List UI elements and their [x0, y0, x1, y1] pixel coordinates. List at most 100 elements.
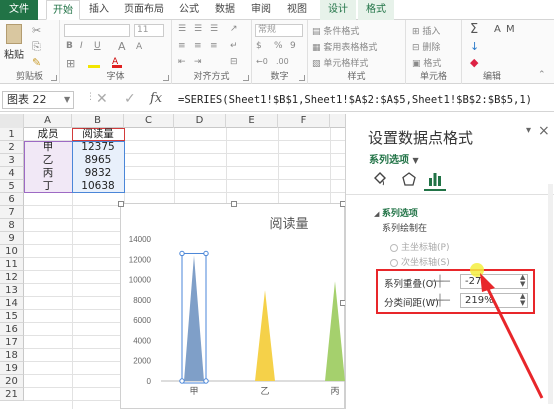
tab-view[interactable]: 视图 [282, 0, 312, 20]
resize-handle[interactable] [118, 201, 124, 207]
row-header[interactable]: 20 [0, 375, 24, 388]
cell-styles-button[interactable]: ▧ 单元格样式 [312, 56, 368, 69]
column-header-a[interactable]: A [24, 114, 72, 128]
sort-filter-button[interactable]: A [494, 24, 501, 35]
find-select-button[interactable]: M [506, 24, 515, 35]
font-size-dropdown[interactable]: 11 [134, 24, 164, 37]
cell-a2[interactable]: 甲 [24, 141, 72, 154]
resize-handle[interactable] [231, 201, 237, 207]
pane-scrollbar[interactable] [548, 184, 553, 404]
selection-handle[interactable] [179, 250, 185, 257]
row-header[interactable]: 9 [0, 232, 24, 245]
chart-bar[interactable] [184, 255, 204, 381]
cell-b5[interactable]: 10638 [72, 180, 124, 193]
alignment-launcher-icon[interactable] [243, 75, 249, 81]
chart-title[interactable]: 阅读量 [269, 216, 308, 231]
gap-width-slider[interactable]: ─┼─ [430, 294, 450, 307]
clipboard-launcher-icon[interactable] [51, 75, 57, 81]
underline-button[interactable]: U [94, 41, 101, 51]
insert-cells-button[interactable]: ⊞ 插入 [412, 24, 440, 37]
align-top-icon[interactable]: ☰ [178, 24, 186, 34]
selection-handle[interactable] [203, 250, 209, 257]
row-header[interactable]: 16 [0, 323, 24, 336]
increase-indent-icon[interactable]: ⇥ [194, 57, 202, 67]
column-header-d[interactable]: D [174, 114, 226, 128]
clear-icon[interactable]: ◆ [470, 56, 478, 69]
wrap-text-icon[interactable]: ↵ [230, 41, 238, 51]
row-header[interactable]: 15 [0, 310, 24, 323]
chart-object[interactable]: 阅读量 14000 12000 10000 8000 6000 4000 2000 0 甲 乙 丙 [118, 201, 346, 409]
row-header[interactable]: 14 [0, 297, 24, 310]
orientation-icon[interactable]: ↗ [230, 24, 238, 34]
row-header[interactable]: 17 [0, 336, 24, 349]
row-header[interactable]: 1 [0, 128, 24, 141]
paste-button-label[interactable]: 粘贴 [4, 46, 24, 61]
column-header-c[interactable]: C [124, 114, 174, 128]
tab-formulas[interactable]: 公式 [174, 0, 204, 20]
fill-line-tab[interactable] [372, 172, 386, 186]
cell-a5[interactable]: 丁 [24, 180, 72, 193]
secondary-axis-radio[interactable]: 次坐标轴(S) [390, 255, 450, 268]
chart-bar[interactable] [325, 281, 345, 381]
format-cells-button[interactable]: ▣ 格式 [412, 56, 441, 69]
tab-insert[interactable]: 插入 [84, 0, 114, 20]
align-center-icon[interactable]: ≡ [194, 41, 202, 51]
row-header[interactable]: 8 [0, 219, 24, 232]
fill-icon[interactable]: ↓ [470, 40, 479, 53]
cancel-icon[interactable]: ✕ [96, 91, 108, 107]
cell-a4[interactable]: 丙 [24, 167, 72, 180]
row-header[interactable]: 12 [0, 271, 24, 284]
cell-b3[interactable]: 8965 [72, 154, 124, 167]
formula-input[interactable]: =SERIES(Sheet1!$B$1,Sheet1!$A$2:$A$5,She… [178, 91, 552, 109]
format-painter-icon[interactable]: ✎ [32, 56, 41, 69]
tab-chart-design[interactable]: 设计 [320, 0, 356, 20]
gap-width-spinner-icon[interactable]: ▲ ▼ [520, 293, 525, 307]
name-box-dropdown-icon[interactable]: ▼ [64, 95, 70, 104]
align-left-icon[interactable]: ≡ [178, 41, 186, 51]
column-header-e[interactable]: E [226, 114, 278, 128]
tab-review[interactable]: 审阅 [246, 0, 276, 20]
plot-area[interactable] [179, 250, 345, 384]
conditional-format-button[interactable]: ▤ 条件格式 [312, 24, 359, 37]
font-color-icon[interactable]: A [112, 58, 122, 68]
row-header[interactable]: 5 [0, 180, 24, 193]
comma-button[interactable]: 9 [290, 41, 296, 51]
table-format-button[interactable]: ▦ 套用表格格式 [312, 40, 377, 53]
tab-home[interactable]: 开始 [46, 0, 80, 20]
cell-a1[interactable]: 成员 [24, 128, 72, 141]
overlap-input[interactable]: -27 [460, 274, 528, 289]
column-header-f[interactable]: F [278, 114, 330, 128]
grow-font-button[interactable]: A [118, 40, 126, 53]
decrease-decimal-icon[interactable]: .00 [276, 57, 289, 66]
selection-handle[interactable] [203, 378, 209, 384]
overlap-slider[interactable]: ─┼─ [430, 275, 450, 288]
decrease-indent-icon[interactable]: ⇤ [178, 57, 186, 67]
cut-icon[interactable]: ✂ [32, 24, 41, 37]
increase-decimal-icon[interactable]: ←0 [256, 57, 268, 66]
tab-chart-format[interactable]: 格式 [358, 0, 394, 20]
row-header[interactable]: 11 [0, 258, 24, 271]
row-header[interactable]: 4 [0, 167, 24, 180]
select-all-corner[interactable] [0, 114, 24, 128]
tab-file[interactable]: 文件 [0, 0, 38, 20]
percent-button[interactable]: % [274, 41, 283, 51]
enter-icon[interactable]: ✓ [124, 91, 136, 107]
delete-cells-button[interactable]: ⊟ 删除 [412, 40, 440, 53]
currency-icon[interactable]: $ [256, 41, 262, 51]
merge-center-icon[interactable]: ⊟ [230, 57, 238, 67]
insert-function-button[interactable]: fx [150, 91, 162, 106]
row-header[interactable]: 21 [0, 388, 24, 401]
gap-width-input[interactable]: 219% [460, 293, 528, 308]
row-header[interactable]: 7 [0, 206, 24, 219]
fill-color-icon[interactable] [88, 58, 100, 68]
font-name-dropdown[interactable] [64, 24, 130, 37]
cell-b4[interactable]: 9832 [72, 167, 124, 180]
row-header[interactable]: 6 [0, 193, 24, 206]
align-right-icon[interactable]: ≡ [210, 41, 218, 51]
number-format-dropdown[interactable]: 常规 [255, 24, 303, 37]
paste-icon[interactable] [6, 24, 22, 44]
row-header[interactable]: 2 [0, 141, 24, 154]
tab-data[interactable]: 数据 [210, 0, 240, 20]
autosum-button[interactable]: Σ [470, 22, 478, 37]
row-header[interactable]: 19 [0, 362, 24, 375]
